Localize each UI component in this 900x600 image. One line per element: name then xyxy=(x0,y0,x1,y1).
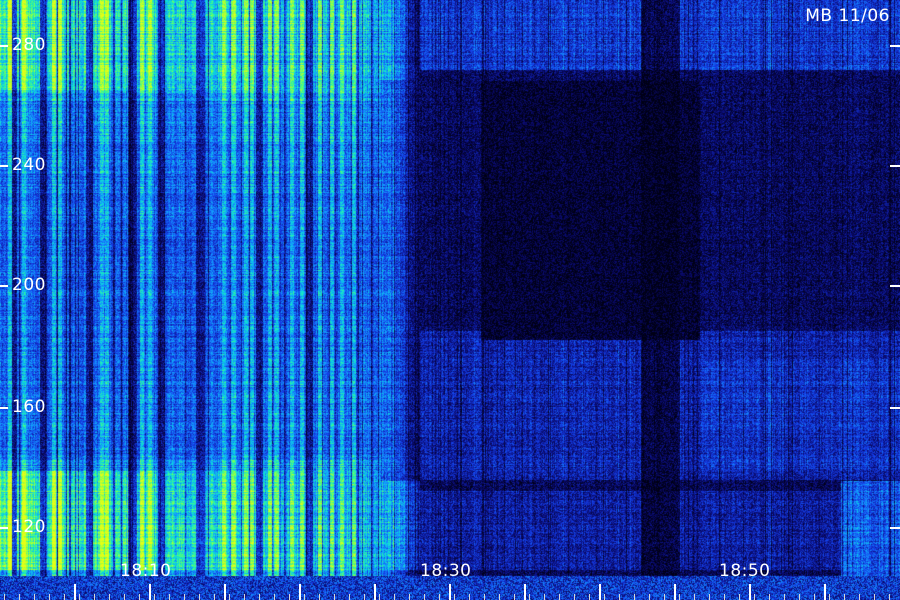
x-minor-tick xyxy=(829,594,830,600)
x-minor-tick xyxy=(139,594,140,600)
x-minor-tick xyxy=(859,594,860,600)
x-minor-tick xyxy=(439,594,440,600)
x-minor-tick xyxy=(664,594,665,600)
x-tick xyxy=(299,584,301,600)
x-minor-tick xyxy=(649,594,650,600)
y-tick-right xyxy=(890,527,900,529)
x-minor-tick xyxy=(379,594,380,600)
x-minor-tick xyxy=(154,594,155,600)
x-minor-tick xyxy=(394,594,395,600)
x-minor-tick xyxy=(169,594,170,600)
x-minor-tick xyxy=(304,594,305,600)
x-minor-tick xyxy=(679,594,680,600)
x-minor-tick xyxy=(334,594,335,600)
y-tick-left xyxy=(0,165,8,167)
x-minor-tick xyxy=(424,594,425,600)
date-stamp: MB 11/06 xyxy=(805,6,890,26)
x-tick xyxy=(749,584,751,600)
x-minor-tick xyxy=(109,594,110,600)
x-minor-tick xyxy=(274,594,275,600)
x-minor-tick xyxy=(559,594,560,600)
y-label-120: 120 xyxy=(12,517,46,537)
x-minor-tick xyxy=(229,594,230,600)
x-minor-tick xyxy=(799,594,800,600)
x-minor-tick xyxy=(259,594,260,600)
x-minor-tick xyxy=(94,594,95,600)
x-tick xyxy=(824,584,826,600)
x-minor-tick xyxy=(289,594,290,600)
x-minor-tick xyxy=(124,594,125,600)
x-minor-tick xyxy=(529,594,530,600)
y-tick-left xyxy=(0,45,8,47)
x-minor-tick xyxy=(694,594,695,600)
y-tick-left xyxy=(0,527,8,529)
x-minor-tick xyxy=(724,594,725,600)
y-tick-right xyxy=(890,45,900,47)
x-minor-tick xyxy=(544,594,545,600)
x-minor-tick xyxy=(244,594,245,600)
x-tick xyxy=(599,584,601,600)
x-label-1850: 18:50 xyxy=(719,561,771,581)
x-minor-tick xyxy=(79,594,80,600)
x-minor-tick xyxy=(184,594,185,600)
x-minor-tick xyxy=(784,594,785,600)
y-tick-right xyxy=(890,285,900,287)
x-minor-tick xyxy=(319,594,320,600)
x-tick xyxy=(674,584,676,600)
x-minor-tick xyxy=(589,594,590,600)
x-minor-tick xyxy=(844,594,845,600)
x-label-1810: 18:10 xyxy=(120,561,172,581)
x-minor-tick xyxy=(754,594,755,600)
x-minor-tick xyxy=(469,594,470,600)
x-minor-tick xyxy=(709,594,710,600)
x-minor-tick xyxy=(514,594,515,600)
x-minor-tick xyxy=(49,594,50,600)
x-minor-tick xyxy=(349,594,350,600)
x-minor-tick xyxy=(409,594,410,600)
x-minor-tick xyxy=(214,594,215,600)
x-tick xyxy=(374,584,376,600)
x-minor-tick xyxy=(874,594,875,600)
x-minor-tick xyxy=(34,594,35,600)
x-tick xyxy=(449,584,451,600)
x-minor-tick xyxy=(619,594,620,600)
x-minor-tick xyxy=(484,594,485,600)
y-tick-left xyxy=(0,407,8,409)
x-minor-tick xyxy=(499,594,500,600)
x-tick xyxy=(524,584,526,600)
x-tick xyxy=(74,584,76,600)
y-tick-right xyxy=(890,407,900,409)
x-tick xyxy=(224,584,226,600)
y-tick-right xyxy=(890,165,900,167)
x-minor-tick xyxy=(364,594,365,600)
x-minor-tick xyxy=(634,594,635,600)
x-minor-tick xyxy=(574,594,575,600)
x-minor-tick xyxy=(604,594,605,600)
x-minor-tick xyxy=(454,594,455,600)
x-minor-tick xyxy=(19,594,20,600)
y-tick-left xyxy=(0,285,8,287)
x-label-1830: 18:30 xyxy=(420,561,472,581)
y-label-160: 160 xyxy=(12,397,46,417)
x-minor-tick xyxy=(739,594,740,600)
x-tick xyxy=(149,584,151,600)
y-label-200: 200 xyxy=(12,275,46,295)
x-minor-tick xyxy=(199,594,200,600)
y-label-280: 280 xyxy=(12,35,46,55)
spectrogram-canvas xyxy=(0,0,900,600)
x-minor-tick xyxy=(4,594,5,600)
y-label-240: 240 xyxy=(12,155,46,175)
x-minor-tick xyxy=(769,594,770,600)
x-minor-tick xyxy=(814,594,815,600)
x-minor-tick xyxy=(889,594,890,600)
x-minor-tick xyxy=(64,594,65,600)
